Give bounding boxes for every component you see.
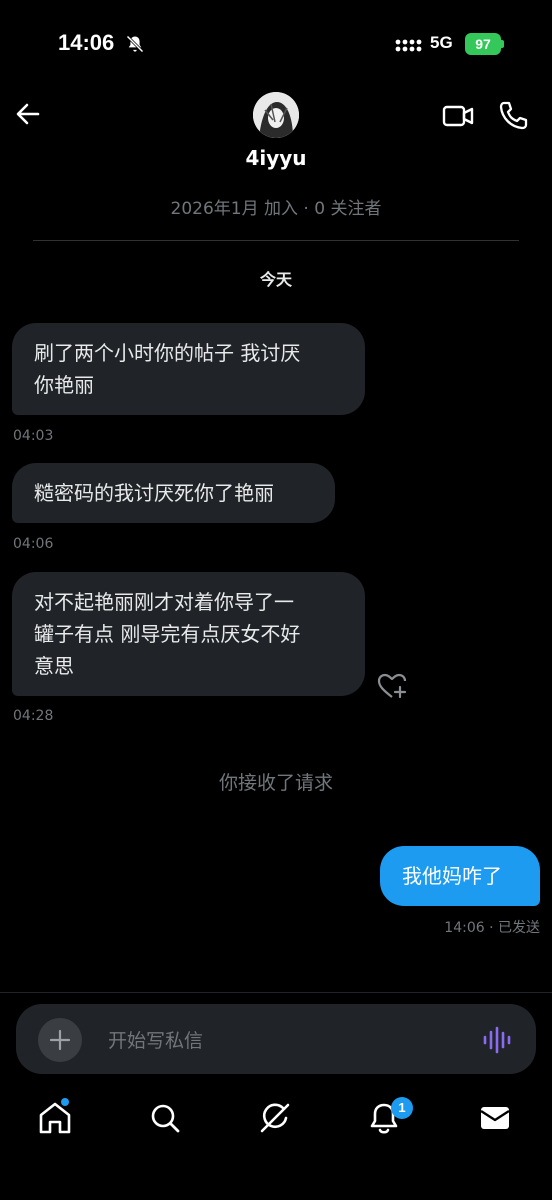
bell-off-icon — [126, 35, 144, 53]
message-text-line: 刷了两个小时你的帖子 我讨厌 — [34, 341, 301, 365]
sent-message-bubble[interactable]: 我他妈咋了 — [380, 846, 540, 906]
sent-message-text: 我他妈咋了 — [402, 864, 502, 888]
message-composer[interactable]: 开始写私信 — [16, 1004, 536, 1074]
message-text-line: 糙密码的我讨厌死你了艳丽 — [34, 481, 274, 505]
network-type: 5G — [430, 33, 453, 52]
message-bubble[interactable]: 对不起艳丽刚才对着你导了一 罐子有点 刚导完有点厌女不好 意思 — [12, 572, 365, 696]
message-text-line: 罐子有点 刚导完有点厌女不好 — [34, 622, 301, 646]
system-message: 你接收了请求 — [218, 772, 333, 794]
search-icon[interactable] — [143, 1096, 187, 1140]
message-timestamp: 04:06 — [13, 536, 54, 552]
message-text-line: 意思 — [34, 654, 74, 678]
phone-call-icon[interactable] — [496, 98, 530, 132]
message-timestamp: 04:28 — [13, 708, 54, 724]
message-text-line: 你艳丽 — [34, 373, 94, 397]
voice-message-icon[interactable] — [482, 1026, 512, 1054]
battery-cap — [501, 40, 504, 48]
message-text-line: 对不起艳丽刚才对着你导了一 — [34, 590, 294, 614]
message-timestamp: 04:03 — [13, 428, 54, 444]
sent-message-status: 14:06 · 已发送 — [444, 920, 540, 936]
signal-icon — [395, 39, 422, 52]
home-icon[interactable] — [33, 1096, 77, 1140]
message-input[interactable]: 开始写私信 — [108, 1026, 203, 1053]
status-time: 14:06 — [58, 30, 115, 55]
date-separator: 今天 — [259, 270, 292, 289]
add-reaction-icon[interactable] — [376, 671, 408, 701]
back-arrow-icon[interactable] — [10, 96, 46, 132]
add-attachment-button[interactable] — [38, 1018, 82, 1062]
username[interactable]: 4iyyu — [0, 146, 552, 170]
status-bar: 14:06 5G 97 — [0, 0, 552, 90]
message-bubble[interactable]: 刷了两个小时你的帖子 我讨厌 你艳丽 — [12, 323, 365, 415]
message-bubble[interactable]: 糙密码的我讨厌死你了艳丽 — [12, 463, 335, 523]
grok-icon[interactable] — [253, 1096, 297, 1140]
messages-envelope-icon[interactable] — [473, 1096, 517, 1140]
avatar[interactable] — [253, 92, 299, 138]
header-divider — [33, 240, 519, 241]
home-notification-dot — [61, 1098, 69, 1106]
notification-badge: 1 — [391, 1097, 413, 1119]
avatar-image — [253, 92, 299, 138]
video-call-icon[interactable] — [440, 100, 476, 132]
profile-meta: 2026年1月 加入 · 0 关注者 — [170, 199, 382, 219]
battery-level: 97 — [465, 33, 501, 55]
plus-icon — [49, 1029, 71, 1051]
composer-divider — [0, 992, 552, 993]
